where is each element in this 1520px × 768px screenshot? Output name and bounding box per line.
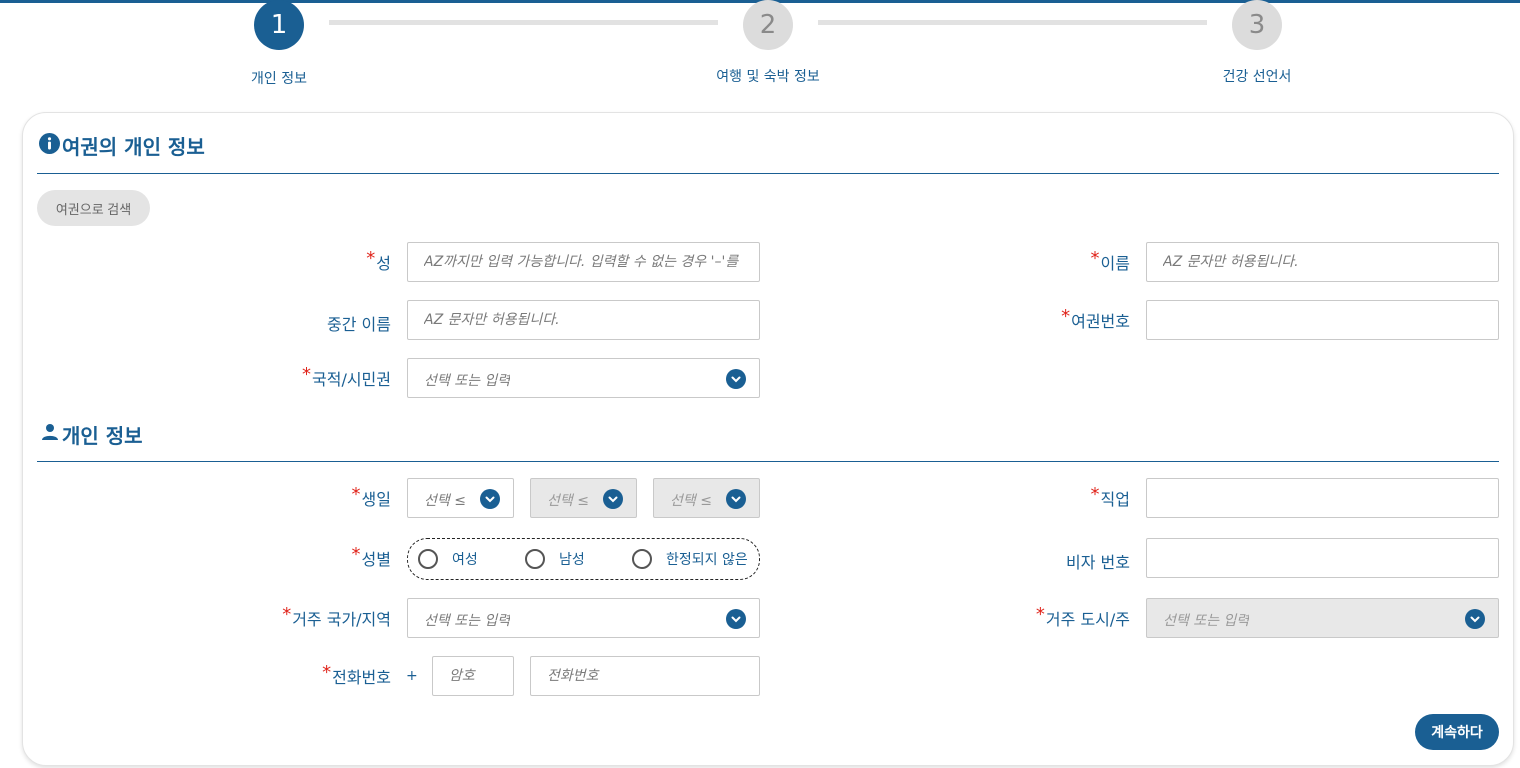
nationality-select[interactable]: 선택 또는 입력 xyxy=(407,358,760,398)
required-marker: * xyxy=(351,544,361,565)
person-icon xyxy=(40,422,60,447)
birth-month-placeholder: 선택 ≤ xyxy=(547,493,589,509)
surname-label: *성 xyxy=(366,248,391,273)
given-name-label: *이름 xyxy=(1090,248,1130,273)
info-icon xyxy=(39,132,60,159)
middle-name-label: 중간 이름 xyxy=(327,315,391,334)
radio-label: 여성 xyxy=(452,552,478,568)
residence-city-placeholder: 선택 또는 입력 xyxy=(1163,613,1250,629)
gender-option-unspecified[interactable]: 한정되지 않은 xyxy=(632,549,748,569)
chevron-down-icon[interactable] xyxy=(726,489,746,509)
given-name-field[interactable] xyxy=(1146,242,1499,282)
required-marker: * xyxy=(1090,484,1100,505)
chevron-down-icon[interactable] xyxy=(726,369,746,389)
birth-year-placeholder: 선택 ≤ xyxy=(424,493,466,509)
passport-number-input[interactable] xyxy=(1147,301,1498,339)
step-1-circle[interactable]: 1 xyxy=(254,0,304,50)
radio-label: 한정되지 않은 xyxy=(666,552,748,568)
step-1-number: 1 xyxy=(270,10,288,40)
chevron-down-icon[interactable] xyxy=(603,489,623,509)
residence-city-label: *거주 도시/주 xyxy=(1035,604,1130,629)
required-marker: * xyxy=(282,604,292,625)
birth-month-select[interactable]: 선택 ≤ xyxy=(530,478,637,518)
required-marker: * xyxy=(1061,306,1071,327)
required-marker: * xyxy=(322,662,332,683)
radio-circle[interactable] xyxy=(632,549,652,569)
nationality-label: *국적/시민권 xyxy=(302,364,391,389)
step-connector-2 xyxy=(818,20,1207,25)
visa-number-label: 비자 번호 xyxy=(1066,553,1130,572)
surname-field[interactable] xyxy=(407,242,760,282)
residence-country-placeholder: 선택 또는 입력 xyxy=(424,613,511,629)
gender-label: *성별 xyxy=(351,544,391,569)
occupation-input[interactable] xyxy=(1147,479,1498,517)
radio-circle[interactable] xyxy=(525,549,545,569)
birth-year-select[interactable]: 선택 ≤ xyxy=(407,478,514,518)
required-marker: * xyxy=(351,484,361,505)
required-marker: * xyxy=(1090,248,1100,269)
occupation-field[interactable] xyxy=(1146,478,1499,518)
residence-country-select[interactable]: 선택 또는 입력 xyxy=(407,598,760,638)
required-marker: * xyxy=(366,248,376,269)
phone-code-field[interactable] xyxy=(432,656,514,696)
radio-circle[interactable] xyxy=(418,549,438,569)
occupation-label: *직업 xyxy=(1090,484,1130,509)
step-3-label: 건강 선언서 xyxy=(1222,69,1292,85)
chevron-down-icon[interactable] xyxy=(1465,609,1485,629)
step-2-circle[interactable]: 2 xyxy=(743,0,793,50)
required-marker: * xyxy=(1035,604,1045,625)
gender-option-male[interactable]: 남성 xyxy=(525,549,585,569)
nationality-select-placeholder: 선택 또는 입력 xyxy=(424,373,511,389)
personal-section-title: 개인 정보 xyxy=(40,420,143,449)
residence-city-select[interactable]: 선택 또는 입력 xyxy=(1146,598,1499,638)
passport-section-title-text: 여권의 개인 정보 xyxy=(62,135,205,159)
chevron-down-icon[interactable] xyxy=(480,489,500,509)
step-1-label: 개인 정보 xyxy=(251,71,307,87)
visa-number-field[interactable] xyxy=(1146,538,1499,578)
middle-name-field[interactable] xyxy=(407,300,760,340)
chevron-down-icon[interactable] xyxy=(726,609,746,629)
residence-country-label: *거주 국가/지역 xyxy=(282,604,391,629)
continue-button[interactable]: 계속하다 xyxy=(1415,714,1499,750)
progress-stepper: 1 2 3 개인 정보 여행 및 숙박 정보 건강 선언서 xyxy=(0,0,1520,100)
radio-label: 남성 xyxy=(559,552,585,568)
section-divider xyxy=(37,173,1499,174)
middle-name-input[interactable] xyxy=(408,301,759,339)
required-marker: * xyxy=(302,364,311,385)
step-2-number: 2 xyxy=(759,10,777,40)
birth-day-select[interactable]: 선택 ≤ xyxy=(653,478,760,518)
step-3-number: 3 xyxy=(1248,10,1266,40)
step-2-label: 여행 및 숙박 정보 xyxy=(716,69,820,85)
phone-label: *전화번호 xyxy=(322,662,391,687)
phone-code-input[interactable] xyxy=(433,657,513,695)
section-divider xyxy=(37,461,1499,462)
passport-number-label: *여권번호 xyxy=(1061,306,1130,331)
visa-number-input[interactable] xyxy=(1147,539,1498,577)
gender-radio-group: 여성 남성 한정되지 않은 xyxy=(407,538,760,580)
surname-input[interactable] xyxy=(408,243,759,281)
form-card xyxy=(22,112,1514,766)
personal-section-title-text: 개인 정보 xyxy=(62,424,143,448)
birthdate-label: *생일 xyxy=(351,484,391,509)
step-3-circle[interactable]: 3 xyxy=(1232,0,1282,50)
passport-section-title: 여권의 개인 정보 xyxy=(39,131,205,160)
phone-number-field[interactable] xyxy=(530,656,760,696)
phone-number-input[interactable] xyxy=(531,657,759,695)
gender-option-female[interactable]: 여성 xyxy=(418,549,478,569)
search-by-passport-button[interactable]: 여권으로 검색 xyxy=(37,190,150,226)
phone-plus-prefix: + xyxy=(406,668,418,684)
passport-number-field[interactable] xyxy=(1146,300,1499,340)
step-connector-1 xyxy=(329,20,718,25)
given-name-input[interactable] xyxy=(1147,243,1498,281)
birth-day-placeholder: 선택 ≤ xyxy=(670,493,712,509)
